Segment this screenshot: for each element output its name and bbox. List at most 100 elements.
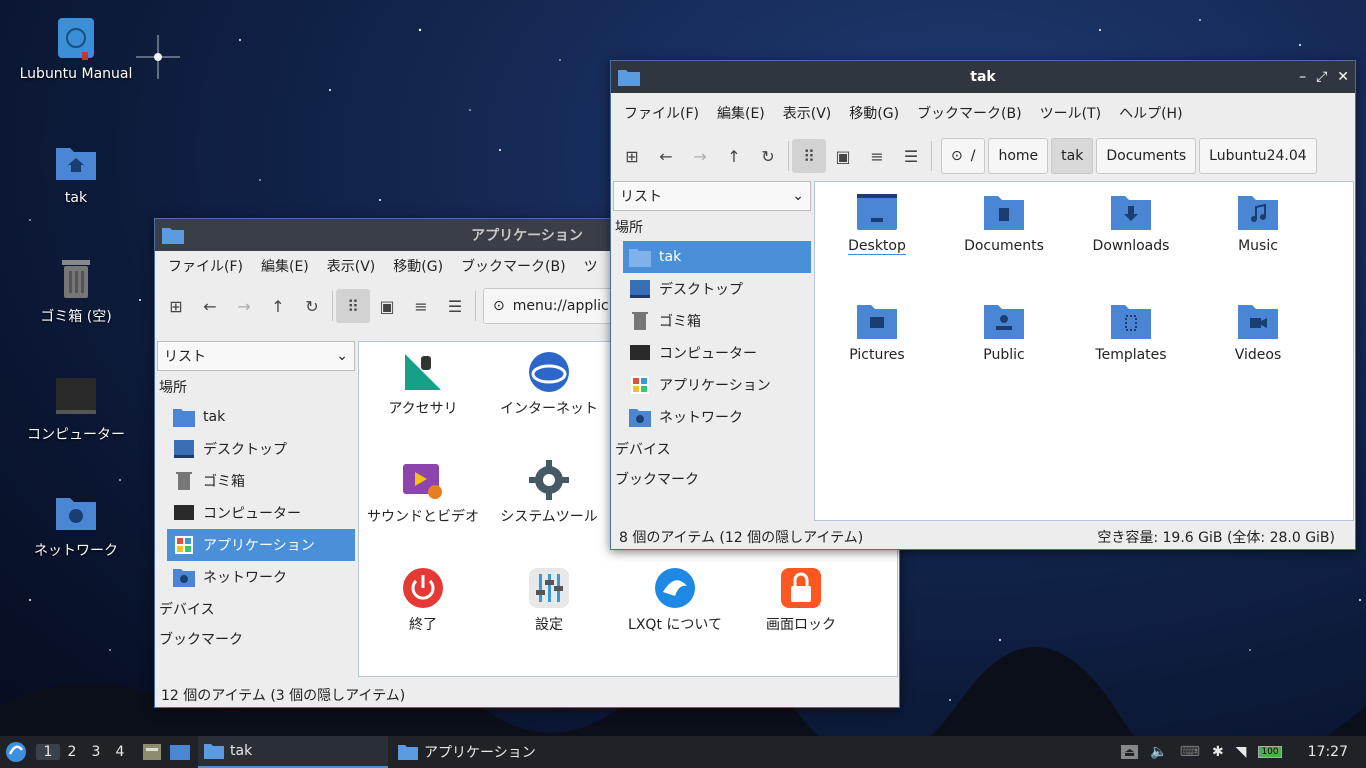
app-internet[interactable]: インターネット [489,350,609,418]
breadcrumb-tak[interactable]: tak [1051,138,1094,174]
place-trash[interactable]: ゴミ箱 [167,465,355,497]
menu-go[interactable]: 移動(G) [384,256,452,276]
section-places: 場所 [615,220,643,236]
breadcrumb-root[interactable]: ⊙ / [941,138,986,174]
desktop-icon-network[interactable]: ネットワーク [16,490,136,560]
close-button[interactable]: ✕ [1337,69,1349,85]
battery-icon[interactable]: 100 [1258,746,1282,758]
place-desktop[interactable]: デスクトップ [167,433,355,465]
forward-button[interactable]: → [227,289,261,323]
app-accessories[interactable]: アクセサリ [363,350,483,418]
folder-music[interactable]: Music [1198,190,1318,254]
folder-videos[interactable]: Videos [1198,299,1318,363]
show-desktop-icon[interactable] [166,740,194,764]
folder-public[interactable]: Public [944,299,1064,363]
place-network[interactable]: ネットワーク [167,561,355,593]
title-bar[interactable]: tak – ⤢ ✕ [611,61,1355,93]
new-tab-button[interactable]: ⊞ [615,139,649,173]
workspace-4[interactable]: 4 [108,744,132,760]
app-preferences[interactable]: 設定 [489,566,609,634]
menu-view[interactable]: 表示(V) [318,256,385,276]
accessories-icon [405,354,441,390]
file-manager-window[interactable]: tak – ⤢ ✕ ファイル(F) 編集(E) 表示(V) 移動(G) ブックマ… [610,60,1356,550]
up-button[interactable]: ↑ [717,139,751,173]
menu-tools[interactable]: ツール(T) [1031,103,1110,123]
app-shutdown[interactable]: 終了 [363,566,483,634]
reload-button[interactable]: ↻ [751,139,785,173]
menu-help[interactable]: ヘルプ(H) [1110,103,1191,123]
compact-view-button[interactable]: ≡ [404,289,438,323]
location-bar[interactable]: ⊙ menu://applic [483,288,613,324]
icon-view-button[interactable]: ⠿ [336,289,370,323]
menu-edit[interactable]: 編集(E) [708,103,774,123]
place-home[interactable]: tak [623,241,811,273]
task-applications[interactable]: アプリケーション [392,736,582,768]
app-system-tools[interactable]: システムツール [489,458,609,526]
up-button[interactable]: ↑ [261,289,295,323]
volume-icon[interactable]: 🔈 [1150,744,1167,760]
lubuntu-menu-icon[interactable] [0,736,32,768]
place-applications[interactable]: アプリケーション [167,529,355,561]
app-about-lxqt[interactable]: LXQt について [615,566,735,634]
breadcrumb-lubuntu[interactable]: Lubuntu24.04 [1199,138,1317,174]
menu-go[interactable]: 移動(G) [840,103,908,123]
menu-bookmarks[interactable]: ブックマーク(B) [452,256,575,276]
reload-button[interactable]: ↻ [295,289,329,323]
wifi-icon[interactable]: ◥ [1236,744,1247,760]
thumbnail-view-button[interactable]: ▣ [826,139,860,173]
desktop-icon-home[interactable]: tak [16,140,136,206]
forward-button[interactable]: → [683,139,717,173]
folder-desktop[interactable]: Desktop [817,190,937,255]
desktop-icon-label: tak [64,190,88,206]
new-tab-button[interactable]: ⊞ [159,289,193,323]
menu-view[interactable]: 表示(V) [774,103,841,123]
eject-icon[interactable]: ⏏ [1120,745,1139,759]
icon-view-button[interactable]: ⠿ [792,139,826,173]
workspace-2[interactable]: 2 [60,744,84,760]
workspace-1[interactable]: 1 [36,744,60,760]
desktop-icon-trash[interactable]: ゴミ箱 (空) [16,256,136,326]
folder-pictures[interactable]: Pictures [817,299,937,363]
place-computer[interactable]: コンピューター [167,497,355,529]
folder-downloads[interactable]: Downloads [1071,190,1191,254]
back-button[interactable]: ← [193,289,227,323]
bluetooth-icon[interactable]: ✱ [1212,744,1224,760]
menu-file[interactable]: ファイル(F) [615,103,708,123]
app-sound-video[interactable]: サウンドとビデオ [363,458,483,526]
menu-tools[interactable]: ツ [575,256,607,276]
file-view[interactable]: Desktop Documents Downloads Music Pictur… [814,181,1354,521]
minimize-button[interactable]: – [1299,69,1306,85]
folder-documents[interactable]: Documents [944,190,1064,254]
breadcrumb-home[interactable]: home [988,138,1049,174]
menu-edit[interactable]: 編集(E) [252,256,318,276]
menu-bookmarks[interactable]: ブックマーク(B) [908,103,1031,123]
side-pane-mode-select[interactable]: リスト ⌄ [613,181,811,211]
maximize-button[interactable]: ⤢ [1316,69,1327,85]
app-lock-screen[interactable]: 画面ロック [741,566,861,634]
breadcrumb-documents[interactable]: Documents [1096,138,1197,174]
task-tak[interactable]: tak [198,736,388,768]
place-computer[interactable]: コンピューター [623,337,811,369]
side-pane-mode-select[interactable]: リスト ⌄ [157,341,355,371]
folder-templates[interactable]: Templates [1071,299,1191,363]
keyboard-icon[interactable]: ⌨ [1180,744,1200,760]
compact-view-button[interactable]: ≡ [860,139,894,173]
place-home[interactable]: tak [167,401,355,433]
workspace-3[interactable]: 3 [84,744,108,760]
back-button[interactable]: ← [649,139,683,173]
section-devices: デバイス [615,442,671,458]
desktop-icon-computer[interactable]: コンピューター [16,374,136,444]
applications-icon [175,536,193,554]
item-label: サウンドとビデオ [367,509,479,525]
place-desktop[interactable]: デスクトップ [623,273,811,305]
place-network[interactable]: ネットワーク [623,401,811,433]
menu-file[interactable]: ファイル(F) [159,256,252,276]
detail-view-button[interactable]: ☰ [438,289,472,323]
clock[interactable]: 17:27 [1308,744,1348,760]
thumbnail-view-button[interactable]: ▣ [370,289,404,323]
desktop-icon-manual[interactable]: Lubuntu Manual [16,16,136,82]
file-manager-launcher-icon[interactable] [138,740,166,764]
detail-view-button[interactable]: ☰ [894,139,928,173]
place-trash[interactable]: ゴミ箱 [623,305,811,337]
place-applications[interactable]: アプリケーション [623,369,811,401]
